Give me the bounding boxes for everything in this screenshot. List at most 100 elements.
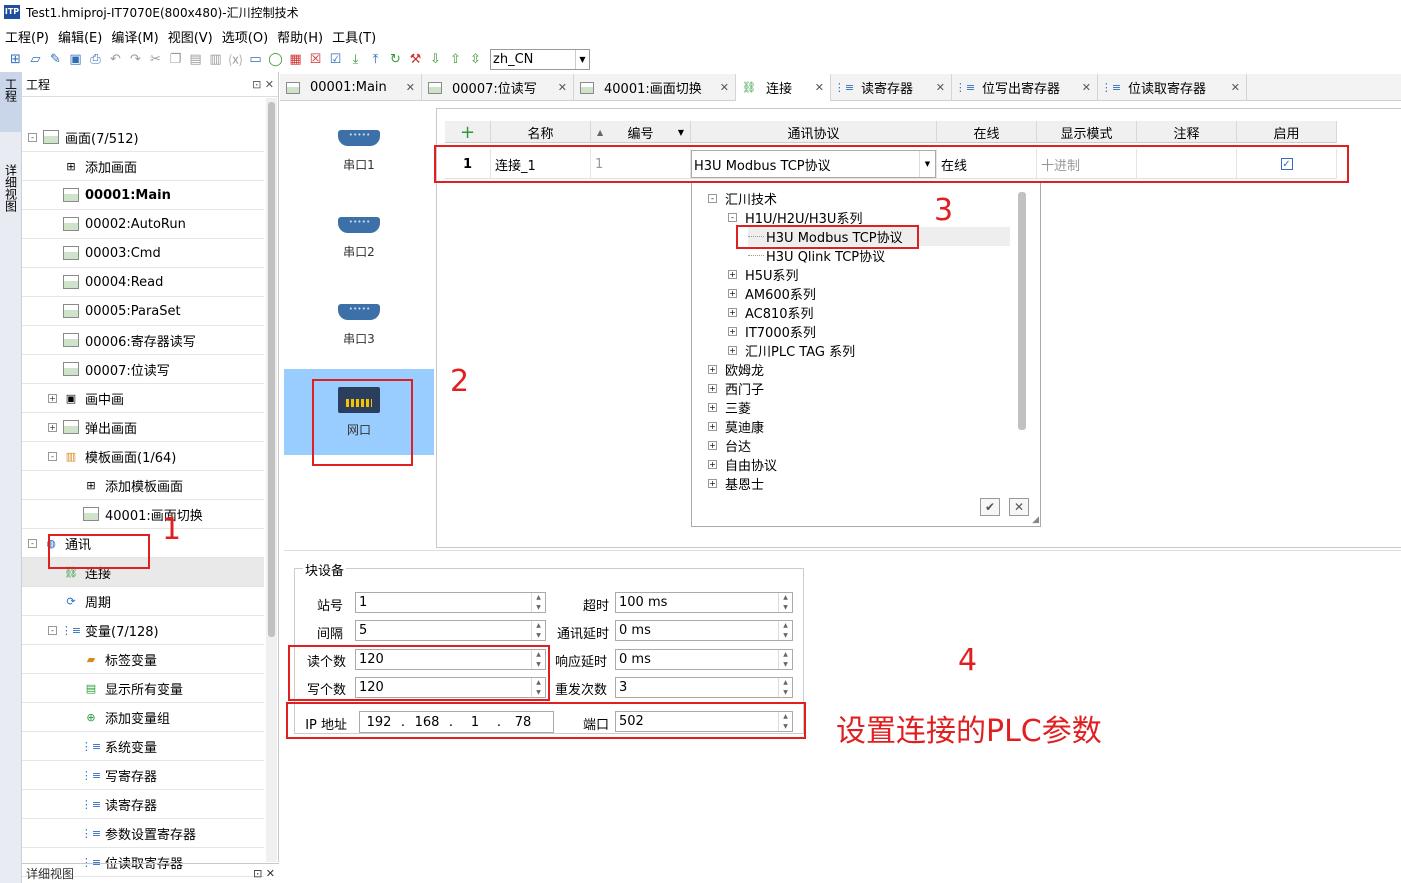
expand-icon[interactable]: +: [708, 441, 717, 450]
menu-tools[interactable]: 工具(T): [327, 27, 380, 46]
spinner-icon[interactable]: ▲ ▼: [531, 593, 545, 612]
expand-icon[interactable]: +: [708, 479, 717, 488]
search-icon[interactable]: ◯: [266, 50, 285, 69]
protocol-item[interactable]: + 西门子: [708, 379, 764, 398]
collapse-icon[interactable]: -: [48, 625, 57, 635]
network-icon[interactable]: ⚒: [406, 50, 425, 69]
tree-item[interactable]: 40001:画面切换: [22, 500, 264, 529]
tree-item[interactable]: 00003:Cmd: [22, 239, 264, 268]
cut-icon[interactable]: ✂: [146, 50, 165, 69]
tree-item[interactable]: ⊞ 添加画面: [22, 152, 264, 181]
col-online[interactable]: 在线: [937, 121, 1037, 143]
zoom-icon[interactable]: ▭: [246, 50, 265, 69]
tab-5[interactable]: ⋮≡ 读寄存器 ✕: [831, 74, 952, 101]
port-serial-3[interactable]: 串口3: [284, 282, 434, 368]
station-input[interactable]: 1 ▲ ▼: [355, 592, 546, 613]
scrollbar-thumb[interactable]: [1018, 192, 1026, 430]
protocol-item[interactable]: - 汇川技术: [708, 189, 777, 208]
protocol-item[interactable]: + 基恩士: [708, 474, 764, 493]
tree-item[interactable]: 00002:AutoRun: [22, 210, 264, 239]
edit-icon[interactable]: ✎: [46, 50, 65, 69]
transfer-down-icon[interactable]: ⇩: [426, 50, 445, 69]
collapse-icon[interactable]: -: [728, 213, 737, 222]
protocol-item[interactable]: + 三菱: [708, 398, 751, 417]
tree-item[interactable]: ▤ 显示所有变量: [22, 674, 264, 703]
tab-4[interactable]: ⛓ 连接 ✕: [736, 74, 831, 101]
menu-project[interactable]: 工程(P): [0, 27, 53, 46]
close-icon[interactable]: ✕: [936, 81, 945, 94]
cancel-button[interactable]: ✕: [1009, 498, 1029, 516]
tab-7[interactable]: ⋮≡ 位读取寄存器 ✕: [1098, 74, 1247, 101]
transfer-sync-icon[interactable]: ⇳: [466, 50, 485, 69]
upload-icon[interactable]: ⤒: [366, 50, 385, 69]
tree-item[interactable]: - 画面(7/512): [22, 123, 264, 152]
tree-item[interactable]: 00001:Main: [22, 181, 264, 210]
compile-icon[interactable]: ▦: [286, 50, 305, 69]
spinner-icon[interactable]: ▲ ▼: [778, 593, 792, 612]
resp-delay-input[interactable]: 0 ms ▲ ▼: [615, 649, 793, 670]
tree-item[interactable]: 00004:Read: [22, 268, 264, 297]
spinner-icon[interactable]: ▲ ▼: [531, 621, 545, 640]
project-tree-scrollbar[interactable]: [266, 98, 277, 862]
dropdown-scrollbar[interactable]: [1017, 188, 1027, 488]
tab-2[interactable]: 00007:位读写 ✕: [422, 74, 574, 101]
port-serial-2[interactable]: 串口2: [284, 195, 434, 281]
protocol-item[interactable]: + 汇川PLC TAG 系列: [728, 341, 855, 360]
collapse-icon[interactable]: -: [48, 451, 57, 461]
pin-icon[interactable]: ⊡: [252, 78, 261, 91]
menu-help[interactable]: 帮助(H): [272, 27, 327, 46]
retry-input[interactable]: 3 ▲ ▼: [615, 677, 793, 698]
interval-input[interactable]: 5 ▲ ▼: [355, 620, 546, 641]
add-connection-icon[interactable]: +: [445, 121, 491, 143]
tree-item[interactable]: ⟳ 周期: [22, 587, 264, 616]
protocol-item[interactable]: + 自由协议: [708, 455, 777, 474]
timeout-input[interactable]: 100 ms ▲ ▼: [615, 592, 793, 613]
spinner-icon[interactable]: ▲ ▼: [778, 678, 792, 697]
close-icon[interactable]: ✕: [558, 81, 567, 94]
expand-icon[interactable]: +: [48, 393, 57, 403]
protocol-item[interactable]: + 欧姆龙: [708, 360, 764, 379]
tree-item[interactable]: + ▣ 画中画: [22, 384, 264, 413]
protocol-item[interactable]: + 台达: [708, 436, 751, 455]
save-icon[interactable]: ▣: [66, 50, 85, 69]
tab-6[interactable]: ⋮≡ 位写出寄存器 ✕: [952, 74, 1098, 101]
print-icon[interactable]: ⎙: [86, 50, 105, 69]
close-icon[interactable]: ✕: [1231, 81, 1240, 94]
menu-options[interactable]: 选项(O): [217, 27, 272, 46]
menu-compile[interactable]: 编译(M): [106, 27, 162, 46]
language-select[interactable]: zh_CN ▼: [490, 49, 590, 70]
tree-item[interactable]: + 弹出画面: [22, 413, 264, 442]
tree-item[interactable]: ⊕ 添加变量组: [22, 703, 264, 732]
expand-icon[interactable]: +: [728, 289, 737, 298]
delete-icon[interactable]: ▥: [206, 50, 225, 69]
protocol-item[interactable]: + IT7000系列: [728, 322, 816, 341]
tree-item[interactable]: 00005:ParaSet: [22, 297, 264, 326]
copy-icon[interactable]: ❐: [166, 50, 185, 69]
col-comment[interactable]: 注释: [1137, 121, 1237, 143]
collapse-icon[interactable]: -: [28, 132, 37, 142]
protocol-item[interactable]: + AM600系列: [728, 284, 816, 303]
col-name[interactable]: 名称: [491, 121, 591, 143]
confirm-button[interactable]: ✔: [980, 498, 1000, 516]
transfer-up-icon[interactable]: ⇧: [446, 50, 465, 69]
protocol-item[interactable]: + AC810系列: [728, 303, 814, 322]
tab-1[interactable]: 00001:Main ✕: [280, 74, 422, 101]
download-icon[interactable]: ⤓: [346, 50, 365, 69]
refresh-icon[interactable]: ↻: [386, 50, 405, 69]
tree-item[interactable]: ⊞ 添加模板画面: [22, 471, 264, 500]
close-icon[interactable]: ✕: [265, 78, 274, 91]
expand-icon[interactable]: +: [728, 346, 737, 355]
close-icon[interactable]: ✕: [1082, 81, 1091, 94]
new-project-icon[interactable]: ⊞: [6, 50, 25, 69]
close-icon[interactable]: ✕: [720, 81, 729, 94]
expand-icon[interactable]: +: [48, 422, 57, 432]
collapse-icon[interactable]: -: [28, 538, 37, 548]
expand-icon[interactable]: +: [708, 384, 717, 393]
expand-icon[interactable]: +: [708, 365, 717, 374]
compile-stop-icon[interactable]: ☒: [306, 50, 325, 69]
scrollbar-thumb[interactable]: [268, 102, 275, 637]
close-icon[interactable]: ✕: [406, 81, 415, 94]
col-number[interactable]: ▲ 编号 ▼: [591, 121, 691, 143]
tree-item[interactable]: 00006:寄存器读写: [22, 326, 264, 355]
side-tab-project[interactable]: 工程: [0, 72, 22, 132]
